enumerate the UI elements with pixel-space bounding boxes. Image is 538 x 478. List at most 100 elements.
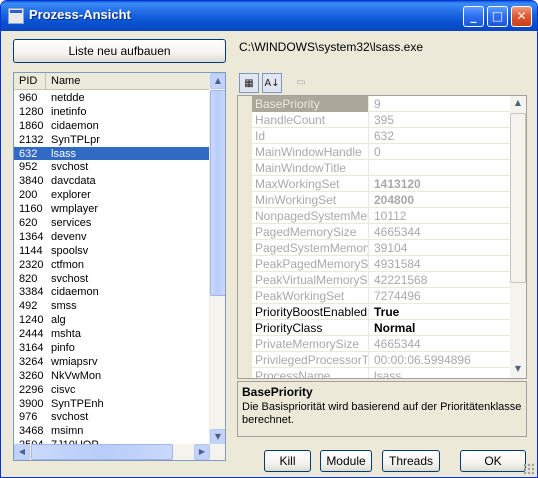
row-gutter [238,352,252,368]
property-name: BasePriority [252,96,369,112]
list-item[interactable]: 1144 spoolsv [14,244,211,258]
list-item[interactable]: 820 svchost [14,272,211,286]
row-gutter [238,256,252,272]
maximize-button[interactable]: □ [487,6,508,27]
property-row[interactable]: BasePriority 9 [238,96,511,112]
property-name: PagedSystemMemoryS [252,240,369,256]
close-button[interactable]: ✕ [511,6,532,27]
kill-button[interactable]: Kill [264,450,311,472]
module-button[interactable]: Module [320,450,372,472]
scroll-up-arrow-icon[interactable]: ▲ [210,73,225,89]
property-row[interactable]: NonpagedSystemMemo 10112 [238,208,511,224]
grid-scroll-up-arrow-icon[interactable]: ▲ [510,96,526,112]
scroll-right-arrow-icon[interactable]: ▶ [194,444,210,460]
list-item[interactable]: 1280 inetinfo [14,105,211,119]
property-help-pane: BasePriority Die Basispriorität wird bas… [237,381,527,437]
property-value: 9 [374,97,381,111]
alphabetical-icon[interactable]: A↓ [262,73,282,93]
property-pages-icon[interactable]: ▭ [291,73,311,93]
row-gutter [238,224,252,240]
row-gutter [238,112,252,128]
property-value[interactable]: True [371,304,399,320]
property-grid[interactable]: BasePriority 9 HandleCount 395 Id 632 MainWind… [237,95,527,379]
list-item[interactable]: 492 smss [14,299,211,313]
column-header-name[interactable]: Name [46,73,211,90]
property-row[interactable]: MinWorkingSet 204800 [238,192,511,208]
list-item[interactable]: 200 explorer [14,188,211,202]
process-name: ctfmon [51,258,85,271]
list-horizontal-scrollbar[interactable]: ◀ ▶ [14,444,225,460]
list-item[interactable]: 3164 pinfo [14,341,211,355]
list-item[interactable]: 3900 SynTPEnh [14,397,211,411]
list-item[interactable]: 3264 wmiapsrv [14,355,211,369]
minimize-button[interactable]: _ [463,6,484,27]
property-value: 4931584 [374,257,421,271]
scroll-down-arrow-icon[interactable]: ▼ [210,429,225,445]
property-row[interactable]: PeakPagedMemorySize 4931584 [238,256,511,272]
scroll-left-arrow-icon[interactable]: ◀ [14,444,30,460]
list-item[interactable]: 1160 wmplayer [14,202,211,216]
property-row[interactable]: ProcessName lsass [238,368,511,378]
list-item[interactable]: 3468 msimn [14,424,211,438]
list-item[interactable]: 952 svchost [14,160,211,174]
list-item[interactable]: 2132 SynTPLpr [14,133,211,147]
list-item[interactable]: 632 lsass [14,146,211,161]
process-path: C:\WINDOWS\system32\lsass.exe [239,40,424,54]
list-item[interactable]: 960 netdde [14,91,211,105]
property-row[interactable]: HandleCount 395 [238,112,511,128]
property-row[interactable]: MainWindowHandle 0 [238,144,511,160]
threads-button[interactable]: Threads [382,450,440,472]
list-item[interactable]: 2320 ctfmon [14,258,211,272]
process-list[interactable]: PID Name 960 netdde 1280 inetinfo 1860 cidaem… [13,72,226,461]
property-row[interactable]: PriorityBoostEnabled True [238,304,511,320]
rebuild-list-button[interactable]: Liste neu aufbauen [13,39,226,63]
column-header-pid[interactable]: PID [14,73,46,90]
grid-vertical-scrollbar[interactable]: ▲ ▼ [510,96,526,378]
property-row[interactable]: PriorityClass Normal [238,320,511,336]
process-name: explorer [51,189,91,202]
property-row[interactable]: Id 632 [238,128,511,144]
property-name: ProcessName [252,368,369,378]
process-pid: 2444 [19,328,44,341]
list-item[interactable]: 1860 cidaemon [14,119,211,133]
property-name: PrivateMemorySize [252,336,369,352]
grid-scroll-down-arrow-icon[interactable]: ▼ [510,362,526,378]
property-row[interactable]: PeakVirtualMemorySize 42221568 [238,272,511,288]
title-bar[interactable]: Prozess-Ansicht _ □ ✕ [1,1,537,31]
grid-scroll-thumb[interactable] [510,113,526,283]
property-row[interactable]: PrivateMemorySize 4665344 [238,336,511,352]
list-item[interactable]: 3384 cidaemon [14,285,211,299]
property-row[interactable]: PagedMemorySize 4665344 [238,224,511,240]
resize-grip[interactable] [523,463,535,475]
process-view-window: Prozess-Ansicht _ □ ✕ Liste neu aufbauen… [0,0,538,478]
process-name: cidaemon [51,286,99,299]
property-name: MainWindowHandle [252,144,369,160]
process-name: svchost [51,272,89,285]
list-vertical-scrollbar[interactable]: ▲ ▼ [209,73,225,445]
hscroll-thumb[interactable] [31,444,173,460]
ok-button[interactable]: OK [460,450,526,472]
list-item[interactable]: 2296 cisvc [14,383,211,397]
property-row[interactable]: PrivilegedProcessorTir 00:00:06.5994896 [238,352,511,368]
list-item[interactable]: 976 svchost [14,410,211,424]
list-item[interactable]: 1364 devenv [14,230,211,244]
list-item[interactable]: 1240 alg [14,313,211,327]
list-item[interactable]: 3260 NkVwMon [14,369,211,383]
property-row[interactable]: MainWindowTitle [238,160,511,176]
process-pid: 1160 [19,203,43,216]
property-value: 39104 [374,241,408,255]
property-value[interactable]: Normal [371,320,415,336]
list-item[interactable]: 3840 davcdata [14,174,211,188]
categorized-icon[interactable]: ▦ [239,73,259,93]
property-value: lsass [374,369,402,378]
property-name: PeakPagedMemorySize [252,256,369,272]
list-item[interactable]: 2444 mshta [14,327,211,341]
process-pid: 3264 [19,355,44,368]
scroll-thumb[interactable] [210,90,225,296]
property-row[interactable]: MaxWorkingSet 1413120 [238,176,511,192]
property-row[interactable]: PagedSystemMemoryS 39104 [238,240,511,256]
property-row[interactable]: PeakWorkingSet 7274496 [238,288,511,304]
process-pid: 976 [19,411,38,424]
list-item[interactable]: 620 services [14,216,211,230]
process-name: services [51,217,92,230]
